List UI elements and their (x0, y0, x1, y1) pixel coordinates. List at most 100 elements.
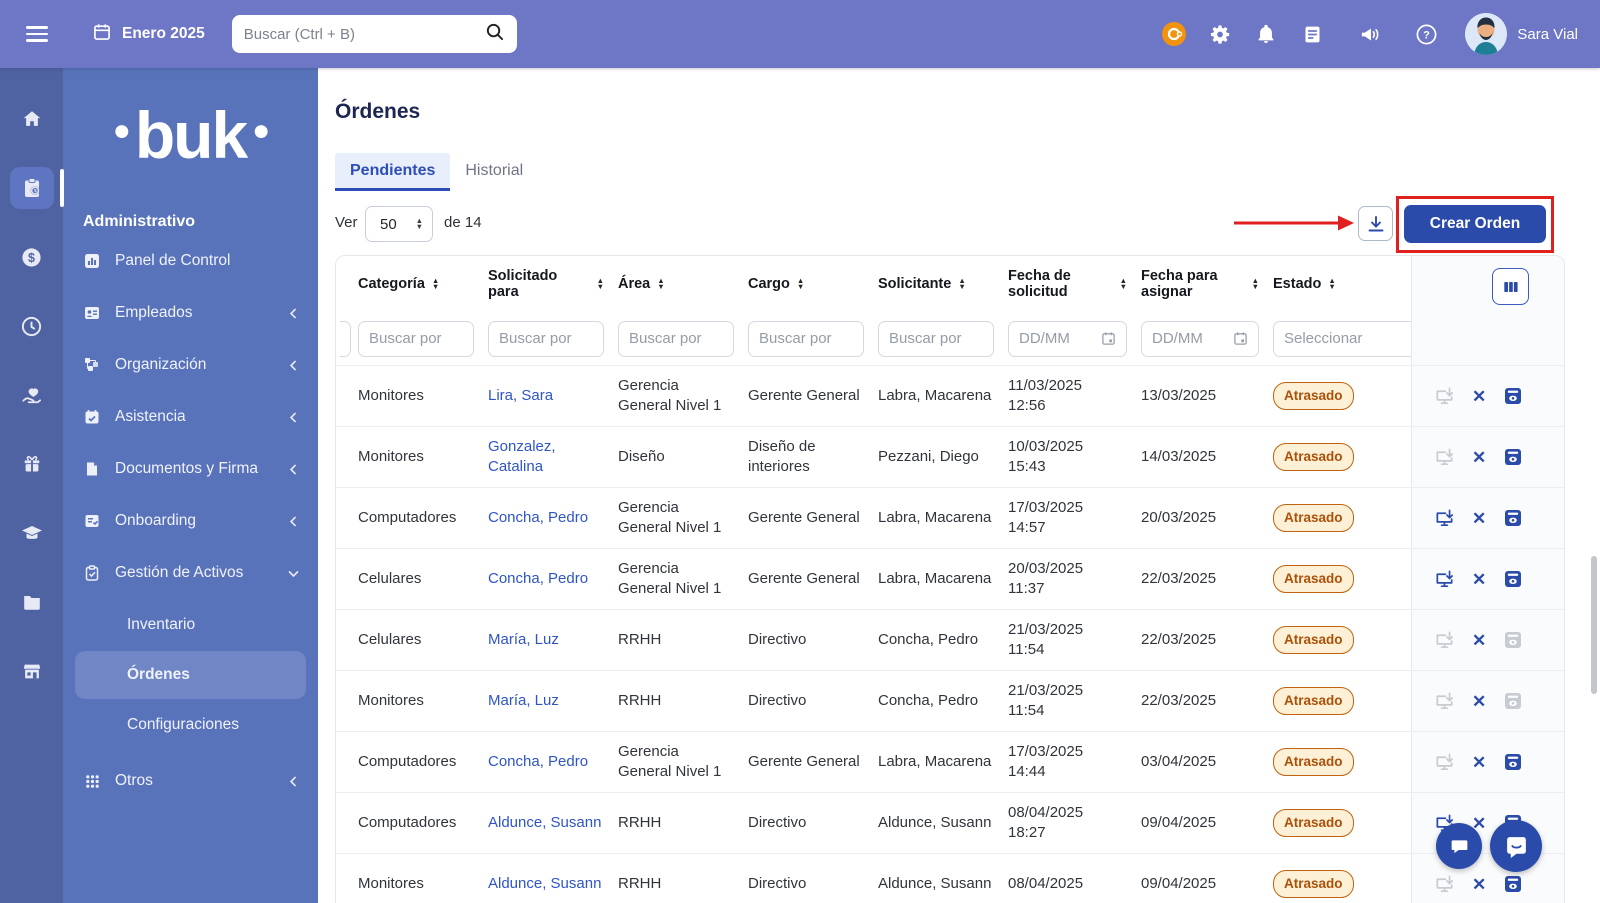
rail-asset-management-icon[interactable] (10, 167, 54, 209)
sidebar-item-gestion-de-activos[interactable]: Gestión de Activos (63, 547, 318, 599)
cell-area: Diseño (616, 427, 746, 487)
sidebar-item-panel-de-control[interactable]: Panel de Control (63, 235, 318, 287)
assistant-badge-icon[interactable] (1151, 21, 1197, 47)
help-icon[interactable]: ? (1403, 23, 1449, 46)
search-icon[interactable] (484, 21, 505, 47)
column-header-area[interactable]: Área▲▼ (616, 256, 746, 312)
announcements-megaphone-icon[interactable] (1347, 23, 1393, 46)
cancel-order-icon-button[interactable]: ✕ (1472, 754, 1486, 771)
column-header-categoria[interactable]: Categoría▲▼ (356, 256, 486, 312)
calendar-check-icon (83, 409, 101, 425)
filter-fecha-solicitud-date[interactable]: DD/MM (1008, 321, 1127, 357)
cell-solicitado-para-link[interactable]: María, Luz (488, 691, 559, 711)
annotation-arrow (1234, 215, 1356, 231)
filter-estado-select[interactable]: Seleccionar (1273, 321, 1411, 357)
cell-solicitado-para-link[interactable]: Aldunce, Susann (488, 813, 601, 833)
period-selector[interactable]: Enero 2025 (92, 22, 205, 47)
sidebar-item-onboarding[interactable]: Onboarding (63, 495, 318, 547)
news-document-icon[interactable] (1289, 24, 1335, 45)
cancel-order-icon-button[interactable]: ✕ (1472, 449, 1486, 466)
tab-pendientes[interactable]: Pendientes (335, 153, 450, 191)
global-search[interactable] (232, 15, 517, 53)
cell-solicitado-para-link[interactable]: Concha, Pedro (488, 508, 588, 528)
cell-solicitado-para-link[interactable]: María, Luz (488, 630, 559, 650)
clipboard-check-icon (83, 565, 101, 581)
column-header-cargo[interactable]: Cargo▲▼ (746, 256, 876, 312)
cancel-order-icon-button[interactable]: ✕ (1472, 693, 1486, 710)
rail-wellness-icon[interactable] (10, 374, 54, 416)
rail-training-icon[interactable] (10, 512, 54, 554)
sidebar-item-asistencia[interactable]: Asistencia (63, 391, 318, 443)
rail-documents-icon[interactable] (10, 581, 54, 623)
help-chat-button[interactable] (1490, 820, 1542, 872)
cell-cargo: Directivo (746, 793, 876, 853)
assign-device-icon-button[interactable] (1434, 874, 1455, 895)
cancel-order-icon-button[interactable]: ✕ (1472, 510, 1486, 527)
rail-time-icon[interactable] (10, 305, 54, 347)
column-header-fecha-asignar[interactable]: Fecha para asignar▲▼ (1139, 256, 1271, 312)
cancel-order-icon-button[interactable]: ✕ (1472, 876, 1486, 893)
column-settings-button[interactable] (1492, 268, 1529, 305)
sidebar-item-organizacion[interactable]: Organización (63, 339, 318, 391)
cancel-order-icon-button[interactable]: ✕ (1472, 571, 1486, 588)
filter-solicitante-input[interactable] (878, 321, 994, 357)
cell-solicitante: Labra, Macarena (876, 366, 1006, 426)
assign-device-icon-button[interactable] (1434, 386, 1455, 407)
assign-device-icon-button[interactable] (1434, 691, 1455, 712)
page-size-select[interactable]: 50 ▲▼ (365, 206, 433, 242)
chat-bubble-button[interactable] (1436, 823, 1482, 869)
sidebar-item-empleados[interactable]: Empleados (63, 287, 318, 339)
rail-home-icon[interactable] (10, 98, 54, 140)
filter-fecha-asignar-date[interactable]: DD/MM (1141, 321, 1259, 357)
cancel-order-icon-button[interactable]: ✕ (1472, 632, 1486, 649)
hamburger-menu-icon[interactable] (26, 26, 48, 42)
sidebar-subitem-ordenes[interactable]: Órdenes (75, 651, 306, 699)
view-order-icon-button[interactable] (1503, 508, 1523, 528)
assign-device-icon-button[interactable] (1434, 630, 1455, 651)
sidebar-subitem-configuraciones[interactable]: Configuraciones (63, 699, 318, 751)
cell-solicitado-para-link[interactable]: Concha, Pedro (488, 569, 588, 589)
notifications-bell-icon[interactable] (1243, 23, 1289, 45)
view-order-icon-button[interactable] (1503, 691, 1523, 711)
view-order-icon-button[interactable] (1503, 447, 1523, 467)
search-input[interactable] (244, 26, 484, 43)
assign-device-icon-button[interactable] (1434, 752, 1455, 773)
cancel-order-icon-button[interactable]: ✕ (1472, 388, 1486, 405)
filter-solicitado-para-input[interactable] (488, 321, 604, 357)
view-order-icon-button[interactable] (1503, 569, 1523, 589)
download-button[interactable] (1358, 206, 1393, 241)
rail-marketplace-icon[interactable] (10, 650, 54, 692)
column-header-fecha-solicitud[interactable]: Fecha de solicitud▲▼ (1006, 256, 1139, 312)
column-header-solicitante[interactable]: Solicitante▲▼ (876, 256, 1006, 312)
cell-cargo: Gerente General (746, 732, 876, 792)
filter-cargo-input[interactable] (748, 321, 864, 357)
view-order-icon-button[interactable] (1503, 630, 1523, 650)
filter-area-input[interactable] (618, 321, 734, 357)
table-row: Celulares Concha, Pedro Gerencia General… (336, 548, 1564, 609)
cell-solicitado-para-link[interactable]: Lira, Sara (488, 386, 553, 406)
cell-solicitado-para-link[interactable]: Concha, Pedro (488, 752, 588, 772)
sidebar-item-otros[interactable]: Otros (63, 755, 318, 807)
sidebar-item-documentos-y-firma[interactable]: Documentos y Firma (63, 443, 318, 495)
tab-historial[interactable]: Historial (450, 153, 538, 191)
cell-categoria: Monitores (356, 854, 486, 903)
cell-solicitado-para-link[interactable]: Aldunce, Susann (488, 874, 601, 894)
vertical-scrollbar[interactable] (1591, 556, 1597, 694)
create-order-button[interactable]: Crear Orden (1404, 205, 1546, 243)
rail-remunerations-icon[interactable]: $ (10, 236, 54, 278)
cell-solicitado-para-link[interactable]: Gonzalez, Catalina (488, 437, 604, 477)
column-header-solicitado-para[interactable]: Solicitado para▲▼ (486, 256, 616, 312)
view-order-icon-button[interactable] (1503, 752, 1523, 772)
assign-device-icon-button[interactable] (1434, 508, 1455, 529)
settings-gear-icon[interactable] (1197, 23, 1243, 46)
user-avatar[interactable] (1465, 13, 1507, 55)
rail-benefits-icon[interactable] (10, 443, 54, 485)
view-order-icon-button[interactable] (1503, 874, 1523, 894)
sidebar-subitem-inventario[interactable]: Inventario (63, 599, 318, 651)
column-header-estado[interactable]: Estado▲▼ (1271, 256, 1411, 312)
assign-device-icon-button[interactable] (1434, 569, 1455, 590)
view-order-icon-button[interactable] (1503, 386, 1523, 406)
filter-categoria-input[interactable] (358, 321, 474, 357)
table-row: Monitores María, Luz RRHH Directivo Conc… (336, 670, 1564, 731)
assign-device-icon-button[interactable] (1434, 447, 1455, 468)
